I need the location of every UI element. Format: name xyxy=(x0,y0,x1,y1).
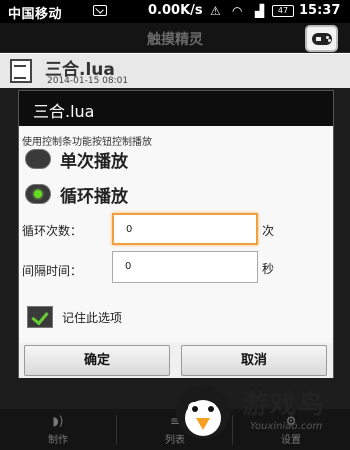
interval-unit: 秒 xyxy=(262,262,275,276)
dialog-body: 使用控制条功能按钮控制播放 单次播放 循环播放 循环次数： 0 次 间隔时间： … xyxy=(19,126,333,343)
network-speed: 0.00K/s xyxy=(148,3,203,18)
gamepad-glyph xyxy=(311,32,332,45)
bird-logo-icon xyxy=(176,385,230,439)
interval-input[interactable]: 0 xyxy=(112,251,258,283)
radio-button-checked-icon[interactable] xyxy=(25,184,51,204)
vibrate-icon: ⚠ xyxy=(210,4,221,18)
loop-count-unit: 次 xyxy=(262,224,275,238)
screen: 中国移动 0.00K/s ⚠ ◠ ▟ 47 15:37 触摸精灵 三合.lua … xyxy=(0,0,350,450)
app-title: 触摸精灵 xyxy=(147,32,203,48)
loop-count-label: 循环次数： xyxy=(22,224,83,238)
clock: 15:37 xyxy=(299,3,341,18)
dialog-title: 三合.lua xyxy=(33,102,95,121)
dialog-header: 三合.lua xyxy=(19,91,333,126)
tab-record[interactable]: ◗) 制作 xyxy=(0,409,116,450)
cancel-button[interactable]: 取消 xyxy=(181,345,327,376)
radio-loop-play[interactable]: 循环播放 xyxy=(25,181,128,207)
signal-icon: ▟ xyxy=(255,4,265,18)
radio-label: 循环播放 xyxy=(60,186,128,207)
dialog-footer: 确定 取消 xyxy=(19,343,333,378)
watermark: 游戏鸟 Youxiniao.com xyxy=(170,378,350,450)
wifi-icon: ◠ xyxy=(232,4,243,18)
remember-option[interactable]: 记住此选项 xyxy=(27,306,122,328)
status-bar: 中国移动 0.00K/s ⚠ ◠ ▟ 47 15:37 xyxy=(0,0,350,23)
script-date: 2014-01-15 08:01 xyxy=(47,76,129,86)
interval-label: 间隔时间： xyxy=(22,264,83,278)
battery-icon: 47 xyxy=(272,5,294,17)
watermark-url: Youxiniao.com xyxy=(250,421,323,432)
tab-label: 制作 xyxy=(48,435,68,446)
file-icon xyxy=(10,59,32,83)
ok-button[interactable]: 确定 xyxy=(24,345,170,376)
loop-count-input[interactable]: 0 xyxy=(112,213,258,245)
radio-button-icon[interactable] xyxy=(25,149,51,169)
list-item[interactable]: 三合.lua 2014-01-15 08:01 xyxy=(0,54,350,88)
watermark-text: 游戏鸟 xyxy=(242,390,327,420)
gamepad-icon[interactable] xyxy=(305,25,338,52)
carrier-name: 中国移动 xyxy=(8,7,63,22)
play-options-dialog: 三合.lua 使用控制条功能按钮控制播放 单次播放 循环播放 循环次数： 0 次… xyxy=(18,90,334,378)
radio-single-play[interactable]: 单次播放 xyxy=(25,146,128,172)
record-icon: ◗) xyxy=(52,414,64,428)
radio-label: 单次播放 xyxy=(60,151,128,172)
app-title-bar: 触摸精灵 xyxy=(0,23,350,53)
remember-label: 记住此选项 xyxy=(62,310,123,325)
message-notification-icon xyxy=(93,5,107,16)
checkbox-checked-icon[interactable] xyxy=(27,306,53,328)
